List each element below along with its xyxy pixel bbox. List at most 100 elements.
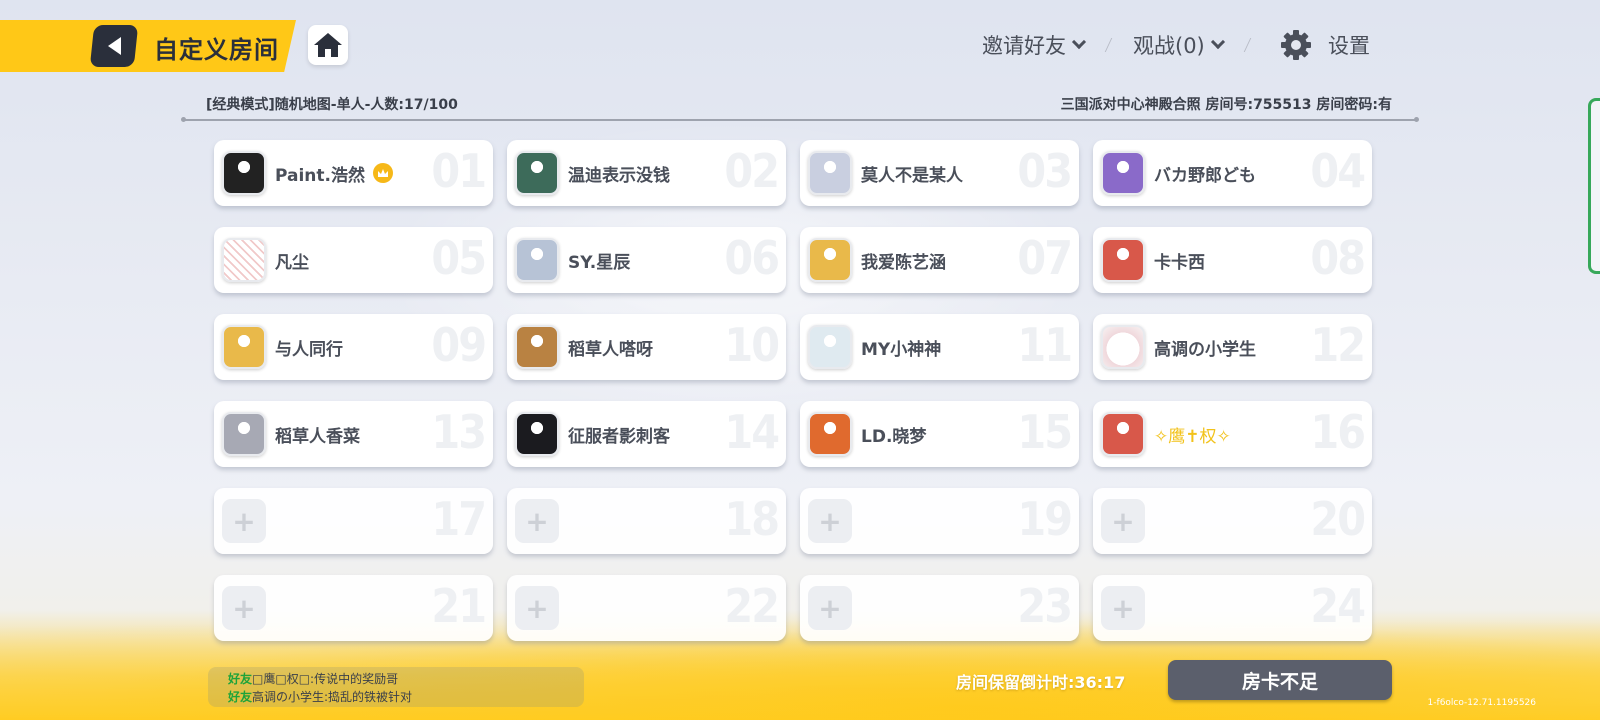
player-slot[interactable]: 稻草人香菜 13: [214, 401, 493, 467]
player-name: ✧鹰✝权✧: [1154, 426, 1231, 447]
host-crown-icon: [373, 163, 393, 183]
slot-number: 04: [1310, 144, 1366, 198]
player-slot[interactable]: 温迪表示没钱 02: [507, 140, 786, 206]
chat-message: 好友高调の小学生:捣乱的铁被针对: [228, 688, 564, 706]
divider-line: [181, 117, 1419, 122]
side-drawer-tab[interactable]: [1588, 98, 1600, 274]
invite-friends-dropdown[interactable]: 邀请好友: [982, 30, 1087, 60]
empty-slot[interactable]: +18: [507, 488, 786, 554]
plus-icon[interactable]: +: [808, 586, 852, 630]
player-slot[interactable]: Paint.浩然 01: [214, 140, 493, 206]
chevron-down-icon: [1210, 34, 1225, 50]
player-name: 征服者影刺客: [568, 426, 670, 447]
chat-friend-tag: 好友: [228, 672, 253, 686]
chat-text: 高调の小学生:捣乱的铁被针对: [252, 690, 413, 704]
plus-icon[interactable]: +: [1101, 586, 1145, 630]
empty-slot[interactable]: +22: [507, 575, 786, 641]
player-slot[interactable]: 与人同行 09: [214, 314, 493, 380]
slot-number: 18: [724, 492, 780, 546]
player-name: 温迪表示没钱: [568, 165, 670, 186]
divider: [1243, 38, 1252, 52]
back-button[interactable]: [89, 25, 139, 67]
player-name: 凡尘: [275, 252, 309, 273]
plus-icon[interactable]: +: [222, 499, 266, 543]
player-slot[interactable]: 征服者影刺客 14: [507, 401, 786, 467]
settings-button[interactable]: 设置: [1280, 29, 1370, 61]
player-slot[interactable]: 卡卡西 08: [1093, 227, 1372, 293]
slot-number: 03: [1017, 144, 1073, 198]
slot-number: 02: [724, 144, 780, 198]
avatar: [808, 412, 852, 456]
slot-number: 21: [431, 579, 487, 633]
chat-panel[interactable]: 好友□鹰□权□:传说中的奖励哥 好友高调の小学生:捣乱的铁被针对: [208, 667, 584, 707]
avatar: [515, 325, 559, 369]
plus-icon[interactable]: +: [1101, 499, 1145, 543]
plus-icon[interactable]: +: [222, 586, 266, 630]
empty-slot[interactable]: +23: [800, 575, 1079, 641]
slot-number: 12: [1310, 318, 1366, 372]
chevron-down-icon: [1071, 34, 1087, 50]
slot-number: 07: [1017, 231, 1073, 285]
player-name: Paint.浩然: [275, 165, 365, 186]
page-title: 自定义房间: [154, 36, 279, 64]
avatar: [808, 151, 852, 195]
slot-number: 23: [1017, 579, 1073, 633]
avatar: [515, 238, 559, 282]
empty-slot[interactable]: +19: [800, 488, 1079, 554]
slot-number: 06: [724, 231, 780, 285]
plus-icon[interactable]: +: [515, 499, 559, 543]
empty-slot[interactable]: +24: [1093, 575, 1372, 641]
slot-number: 08: [1310, 231, 1366, 285]
avatar: [808, 238, 852, 282]
settings-label: 设置: [1328, 34, 1370, 58]
room-countdown: 房间保留倒计时:36:17: [956, 673, 1126, 692]
header-actions: 邀请好友 观战(0): [982, 30, 1272, 60]
room-card-button[interactable]: 房卡不足: [1168, 660, 1392, 700]
slot-number: 22: [724, 579, 780, 633]
slot-number: 01: [431, 144, 487, 198]
player-name: 高调の小学生: [1154, 339, 1256, 360]
slot-number: 11: [1017, 318, 1073, 372]
player-slot[interactable]: 莫人不是某人 03: [800, 140, 1079, 206]
avatar: [1101, 151, 1145, 195]
player-name: 稻草人香菜: [275, 426, 360, 447]
slot-number: 24: [1310, 579, 1366, 633]
slot-number: 20: [1310, 492, 1366, 546]
home-icon: [314, 33, 342, 57]
empty-slot[interactable]: +20: [1093, 488, 1372, 554]
avatar: [515, 412, 559, 456]
divider: [1104, 38, 1113, 52]
avatar: [222, 325, 266, 369]
room-mode: [经典模式]随机地图-单人-人数:17/100: [206, 97, 458, 113]
slot-number: 05: [431, 231, 487, 285]
avatar: [515, 151, 559, 195]
spectate-dropdown[interactable]: 观战(0): [1133, 30, 1225, 60]
player-slot[interactable]: 高调の小学生 12: [1093, 314, 1372, 380]
player-slot[interactable]: バカ野郎ども 04: [1093, 140, 1372, 206]
player-slot[interactable]: 凡尘 05: [214, 227, 493, 293]
player-name: 莫人不是某人: [861, 165, 963, 186]
home-button[interactable]: [308, 25, 348, 65]
player-slot[interactable]: MY小神神 11: [800, 314, 1079, 380]
empty-slot[interactable]: +21: [214, 575, 493, 641]
slot-number: 15: [1017, 405, 1073, 459]
plus-icon[interactable]: +: [515, 586, 559, 630]
chat-friend-tag: 好友: [228, 690, 253, 704]
plus-icon[interactable]: +: [808, 499, 852, 543]
invite-friends-label: 邀请好友: [982, 34, 1066, 58]
chat-text: □鹰□权□:传说中的奖励哥: [252, 672, 399, 686]
avatar: [222, 151, 266, 195]
player-slot[interactable]: SY.星辰 06: [507, 227, 786, 293]
avatar: [1101, 238, 1145, 282]
room-details: 三国派对中心神殿合照 房间号:755513 房间密码:有: [1060, 97, 1392, 113]
slot-number: 16: [1310, 405, 1366, 459]
version-label: 1-f6olco-12.71.1195526: [1427, 698, 1536, 708]
player-slot[interactable]: 稻草人嗒呀 10: [507, 314, 786, 380]
gear-icon: [1281, 30, 1311, 60]
player-slot[interactable]: ✧鹰✝权✧ 16: [1093, 401, 1372, 467]
player-slot-grid: Paint.浩然 01 温迪表示没钱 02 莫人不是某人 03 バカ野郎ども 04 凡尘 05 SY…: [214, 140, 1374, 641]
player-slot[interactable]: LD.晓梦 15: [800, 401, 1079, 467]
chat-message: 好友□鹰□权□:传说中的奖励哥: [228, 670, 564, 688]
player-slot[interactable]: 我爱陈艺涵 07: [800, 227, 1079, 293]
empty-slot[interactable]: +17: [214, 488, 493, 554]
